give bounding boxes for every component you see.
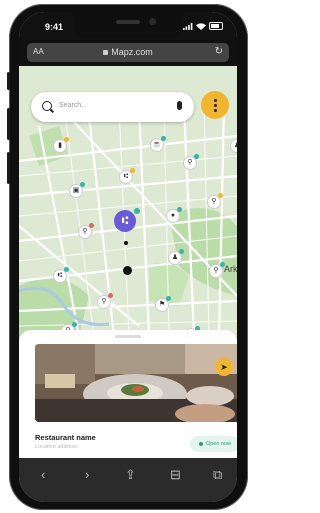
bus-marker[interactable]: ▣ — [69, 182, 85, 198]
map-view[interactable]: Search... ▮ ⑆ ☕ ⚲ ♟ ▣ ⚲ ⚲ ● ♟ ⚲ ⑆ ⚲ ⚑ ⚲ … — [19, 66, 237, 336]
location-marker[interactable]: ● — [166, 207, 182, 223]
bike-marker[interactable]: ⚲ — [183, 154, 199, 170]
battery-icon — [209, 22, 223, 30]
bike-marker[interactable]: ⚲ — [207, 193, 223, 209]
status-icons — [183, 22, 223, 30]
back-icon[interactable]: ‹ — [41, 467, 45, 482]
shop-marker[interactable]: ⚑ — [155, 296, 171, 312]
navigate-button[interactable]: ➤ — [215, 358, 233, 376]
restaurant-marker[interactable]: ⑆ — [53, 267, 69, 283]
wifi-icon — [196, 22, 206, 30]
volume-down-button — [7, 152, 10, 184]
speaker-grille — [116, 20, 140, 24]
restaurant-address: Location address — [35, 444, 77, 450]
open-status-badge: Open now — [190, 436, 237, 452]
phone-notch — [73, 12, 183, 38]
current-location-dot — [123, 266, 132, 275]
person-marker[interactable]: ♟ — [168, 249, 184, 265]
address-bar[interactable]: AA Mapz.com ↻ — [27, 43, 229, 62]
microphone-icon[interactable] — [177, 101, 182, 110]
forward-icon[interactable]: › — [85, 467, 89, 482]
restaurant-marker[interactable]: ⑆ — [119, 168, 135, 184]
browser-address-area: AA Mapz.com ↻ — [19, 40, 237, 66]
restaurant-photo-art — [35, 344, 237, 422]
search-bar[interactable]: Search... — [31, 92, 194, 122]
bike-marker[interactable]: ⚲ — [209, 262, 225, 278]
search-input[interactable]: Search... — [59, 102, 87, 109]
restaurant-name: Restaurant name — [35, 433, 96, 442]
restaurant-card[interactable]: ➤ Restaurant name Location address Open … — [19, 330, 237, 458]
bike-marker[interactable]: ⚲ — [78, 223, 94, 239]
selected-restaurant-marker[interactable]: ⑆ — [114, 208, 140, 232]
clock: 9:41 — [45, 22, 64, 32]
sheet-handle[interactable] — [115, 335, 141, 338]
lock-icon — [103, 50, 109, 56]
signal-icon — [183, 22, 193, 30]
route-dot — [124, 241, 128, 245]
url-display[interactable]: Mapz.com — [27, 47, 229, 57]
browser-toolbar: ‹ › ⇪ ⊟ ⧉ — [19, 458, 237, 502]
cafe-marker[interactable]: ☕ — [150, 136, 166, 152]
bookmarks-icon[interactable]: ⊟ — [170, 467, 181, 483]
phone-screen: 9:41 AA Mapz.com ↻ Search... ▮ ⑆ ☕ ⚲ ▣ ⚲… — [19, 12, 237, 502]
map-place-label: Arka — [224, 264, 237, 274]
person-marker[interactable]: ♟ — [230, 139, 237, 153]
more-options-button[interactable] — [201, 91, 229, 119]
search-icon — [42, 101, 52, 111]
restaurant-photo: ➤ — [35, 344, 237, 422]
bike-marker[interactable]: ⚲ — [97, 293, 113, 309]
reload-icon[interactable]: ↻ — [215, 46, 223, 57]
front-camera — [149, 18, 156, 25]
mute-switch — [7, 72, 10, 90]
volume-up-button — [7, 108, 10, 140]
url-text: Mapz.com — [111, 47, 153, 57]
parking-marker[interactable]: ▮ — [53, 137, 69, 153]
share-icon[interactable]: ⇪ — [125, 467, 136, 483]
tabs-icon[interactable]: ⧉ — [213, 467, 222, 483]
